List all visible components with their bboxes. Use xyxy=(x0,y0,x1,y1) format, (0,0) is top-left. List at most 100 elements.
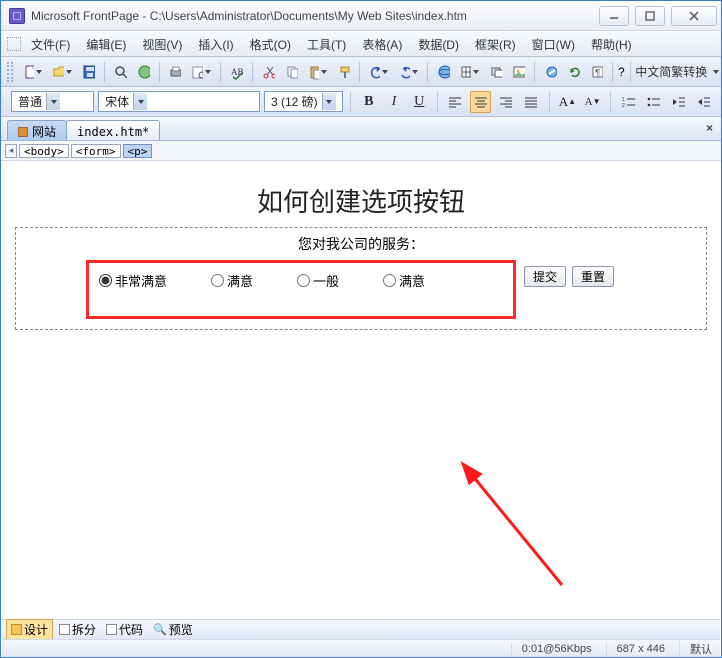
tab-close-button[interactable]: × xyxy=(706,121,713,135)
italic-button[interactable]: I xyxy=(383,91,404,113)
menu-file[interactable]: 文件(F) xyxy=(25,34,76,55)
tab-file-label: index.htm* xyxy=(77,125,149,139)
spellcheck-button[interactable]: ABC xyxy=(226,61,247,83)
radio-option-1[interactable]: 非常满意 xyxy=(99,271,167,290)
radio-input-3[interactable] xyxy=(297,274,310,287)
size-combo[interactable]: 3 (12 磅) xyxy=(264,91,343,112)
radio-label-1: 非常满意 xyxy=(115,271,167,290)
app-window: Microsoft FrontPage - C:\Users\Administr… xyxy=(0,0,722,658)
toolbar-grip-icon[interactable] xyxy=(7,62,13,82)
close-button[interactable] xyxy=(671,6,717,26)
radio-input-4[interactable] xyxy=(383,274,396,287)
titlebar: Microsoft FrontPage - C:\Users\Administr… xyxy=(1,1,721,31)
maximize-button[interactable] xyxy=(635,6,665,26)
cut-button[interactable] xyxy=(258,61,279,83)
view-preview[interactable]: 🔍预览 xyxy=(149,620,197,639)
bullet-list-button[interactable] xyxy=(643,91,664,113)
align-justify-button[interactable] xyxy=(521,91,542,113)
menu-window[interactable]: 窗口(W) xyxy=(526,34,581,55)
minimize-button[interactable] xyxy=(599,6,629,26)
menu-insert[interactable]: 插入(I) xyxy=(192,34,239,55)
open-button[interactable] xyxy=(48,61,76,83)
svg-text:2: 2 xyxy=(622,103,625,108)
menu-frames[interactable]: 框架(R) xyxy=(469,34,522,55)
tab-file[interactable]: index.htm* xyxy=(66,120,160,140)
format-painter-button[interactable] xyxy=(333,61,354,83)
radio-label-3: 一般 xyxy=(313,271,339,290)
radio-option-4[interactable]: 满意 xyxy=(383,271,425,290)
help-icon[interactable]: ? xyxy=(618,65,625,79)
page-heading[interactable]: 如何创建选项按钮 xyxy=(9,174,713,223)
stop-button[interactable]: ¶ xyxy=(586,61,607,83)
outdent-button[interactable] xyxy=(669,91,690,113)
tab-site-label: 网站 xyxy=(32,123,56,140)
table-button[interactable] xyxy=(456,61,484,83)
view-design[interactable]: 设计 xyxy=(6,619,53,640)
align-left-button[interactable] xyxy=(445,91,466,113)
save-button[interactable] xyxy=(78,61,99,83)
increase-font-button[interactable]: A▲ xyxy=(557,91,578,113)
submit-button[interactable]: 提交 xyxy=(524,266,566,287)
align-right-button[interactable] xyxy=(495,91,516,113)
style-combo[interactable]: 普通 xyxy=(11,91,94,112)
reset-button[interactable]: 重置 xyxy=(572,266,614,287)
hyperlink-button[interactable] xyxy=(540,61,561,83)
tag-selector-bar: ◂ <body> <form> <p> xyxy=(1,141,721,161)
radio-option-2[interactable]: 满意 xyxy=(211,271,253,290)
svg-text:ABC: ABC xyxy=(231,67,243,77)
refresh-button[interactable] xyxy=(563,61,584,83)
form-prompt[interactable]: 您对我公司的服务： xyxy=(22,232,700,260)
view-code-label: 代码 xyxy=(119,621,143,638)
view-split[interactable]: 拆分 xyxy=(55,620,100,639)
font-combo[interactable]: 宋体 xyxy=(98,91,260,112)
bold-button[interactable]: B xyxy=(358,91,379,113)
layer-button[interactable] xyxy=(485,61,506,83)
numbered-list-button[interactable]: 12 xyxy=(618,91,639,113)
menu-edit[interactable]: 编辑(E) xyxy=(80,34,132,55)
radio-group-highlight: 非常满意 满意 一般 满意 xyxy=(86,260,516,319)
publish-button[interactable] xyxy=(133,61,154,83)
crumb-prev-button[interactable]: ◂ xyxy=(5,144,17,158)
web-component-button[interactable] xyxy=(433,61,454,83)
print-button[interactable] xyxy=(164,61,185,83)
align-center-button[interactable] xyxy=(470,91,491,113)
code-icon xyxy=(106,624,117,635)
preview-icon: 🔍 xyxy=(153,623,167,636)
decrease-font-button[interactable]: A▼ xyxy=(582,91,603,113)
indent-button[interactable] xyxy=(694,91,715,113)
status-dimensions: 687 x 446 xyxy=(606,643,665,655)
paste-button[interactable] xyxy=(304,61,332,83)
standard-toolbar: ABC ¶ ? 中文简繁转换 xyxy=(1,57,721,87)
tag-p[interactable]: <p> xyxy=(123,144,153,158)
radio-option-3[interactable]: 一般 xyxy=(297,271,339,290)
size-value: 3 (12 磅) xyxy=(271,93,318,110)
view-design-label: 设计 xyxy=(24,621,48,638)
cn-convert-label: 中文简繁转换 xyxy=(631,63,711,80)
tag-body[interactable]: <body> xyxy=(19,144,69,158)
new-button[interactable] xyxy=(19,61,47,83)
search-button[interactable] xyxy=(109,61,130,83)
tag-form[interactable]: <form> xyxy=(71,144,121,158)
radio-input-2[interactable] xyxy=(211,274,224,287)
menu-tools[interactable]: 工具(T) xyxy=(301,34,352,55)
menu-view[interactable]: 视图(V) xyxy=(136,34,188,55)
radio-input-1[interactable] xyxy=(99,274,112,287)
view-code[interactable]: 代码 xyxy=(102,620,147,639)
picture-button[interactable] xyxy=(508,61,529,83)
undo-button[interactable] xyxy=(365,61,393,83)
editor-area[interactable]: 如何创建选项按钮 您对我公司的服务： 非常满意 满意 一般 满意 提交 重置 xyxy=(2,167,720,619)
tab-site[interactable]: 网站 xyxy=(7,120,67,140)
menu-data[interactable]: 数据(D) xyxy=(412,34,465,55)
view-preview-label: 预览 xyxy=(169,621,193,638)
status-mode: 默认 xyxy=(679,641,712,657)
copy-button[interactable] xyxy=(281,61,302,83)
cn-convert-button[interactable]: 中文简繁转换 xyxy=(635,61,715,83)
menu-help[interactable]: 帮助(H) xyxy=(585,34,638,55)
menu-table[interactable]: 表格(A) xyxy=(356,34,408,55)
redo-button[interactable] xyxy=(394,61,422,83)
menubar: 文件(F) 编辑(E) 视图(V) 插入(I) 格式(O) 工具(T) 表格(A… xyxy=(1,31,721,57)
menu-format[interactable]: 格式(O) xyxy=(244,34,297,55)
preview-button[interactable] xyxy=(187,61,215,83)
radio-label-4: 满意 xyxy=(399,271,425,290)
underline-button[interactable]: U xyxy=(409,91,430,113)
